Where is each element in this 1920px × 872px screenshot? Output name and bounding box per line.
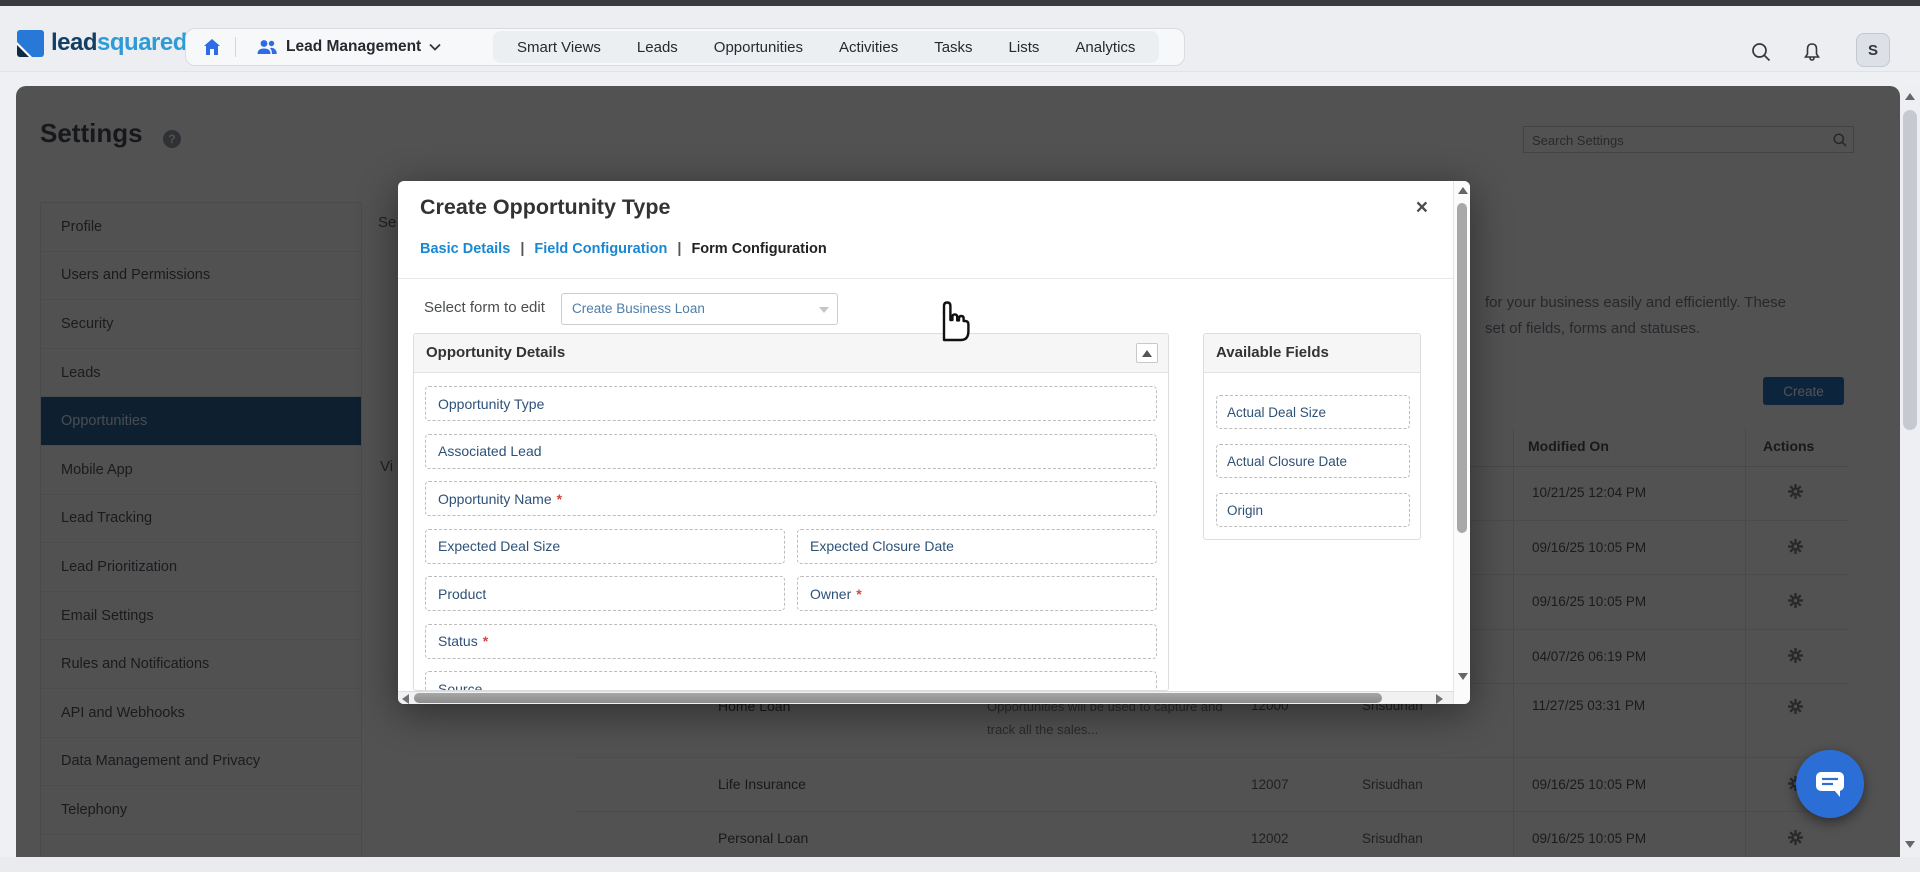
user-avatar[interactable]: S bbox=[1856, 33, 1890, 67]
available-field-actual-closure-date[interactable]: Actual Closure Date bbox=[1216, 444, 1410, 478]
search-icon bbox=[1750, 41, 1772, 63]
scroll-down-icon[interactable] bbox=[1458, 673, 1468, 680]
modal-step-breadcrumb: Basic Details | Field Configuration | Fo… bbox=[420, 241, 827, 257]
section-title: Opportunity Details bbox=[426, 344, 565, 361]
notifications-button[interactable] bbox=[1801, 41, 1823, 68]
chevron-down-icon bbox=[429, 43, 441, 51]
field-expected-closure-date[interactable]: Expected Closure Date bbox=[797, 529, 1157, 564]
leadsquared-logo-icon bbox=[17, 30, 44, 57]
chat-bubble-icon bbox=[1814, 769, 1846, 799]
create-opportunity-type-modal: Create Opportunity Type × Basic Details … bbox=[398, 181, 1470, 704]
available-fields-panel: Available Fields Actual Deal Size Actual… bbox=[1203, 333, 1421, 540]
field-owner[interactable]: Owner* bbox=[797, 576, 1157, 611]
field-associated-lead[interactable]: Associated Lead bbox=[425, 434, 1157, 469]
chat-widget-button[interactable] bbox=[1796, 750, 1864, 818]
modal-title: Create Opportunity Type bbox=[420, 195, 670, 220]
opportunity-details-panel: Opportunity Details Opportunity Type Ass… bbox=[413, 333, 1169, 691]
scroll-down-icon[interactable] bbox=[1905, 841, 1915, 848]
nav-opportunities[interactable]: Opportunities bbox=[696, 39, 821, 56]
workspace-switcher[interactable]: Lead Management bbox=[246, 38, 451, 56]
modal-horizontal-scrollbar[interactable] bbox=[398, 691, 1453, 704]
primary-nav-container: Lead Management Smart Views Leads Opport… bbox=[185, 28, 1185, 66]
form-select-dropdown[interactable]: Create Business Loan bbox=[561, 293, 838, 325]
home-icon bbox=[202, 37, 222, 57]
form-fields-list: Opportunity Type Associated Lead Opportu… bbox=[414, 373, 1168, 691]
scroll-up-icon[interactable] bbox=[1458, 187, 1468, 194]
field-source[interactable]: Source bbox=[425, 671, 1157, 691]
nav-lists[interactable]: Lists bbox=[991, 39, 1058, 56]
scrollbar-thumb[interactable] bbox=[1903, 110, 1917, 430]
nav-tasks[interactable]: Tasks bbox=[916, 39, 990, 56]
main-menu: Smart Views Leads Opportunities Activiti… bbox=[493, 31, 1159, 63]
brand-squared-text: squared bbox=[97, 29, 187, 56]
nav-analytics[interactable]: Analytics bbox=[1057, 39, 1153, 56]
modal-divider bbox=[398, 278, 1470, 279]
available-field-origin[interactable]: Origin bbox=[1216, 493, 1410, 527]
nav-divider bbox=[235, 37, 236, 57]
collapse-up-icon bbox=[1142, 350, 1152, 357]
app-window: leadsquared Lead Management Smart Views … bbox=[0, 0, 1920, 872]
users-icon bbox=[256, 39, 278, 55]
available-field-actual-deal-size[interactable]: Actual Deal Size bbox=[1216, 395, 1410, 429]
opportunity-details-header: Opportunity Details bbox=[414, 334, 1168, 373]
field-expected-deal-size[interactable]: Expected Deal Size bbox=[425, 529, 785, 564]
step-form-configuration: Form Configuration bbox=[691, 241, 826, 257]
field-status[interactable]: Status* bbox=[425, 624, 1157, 659]
available-fields-header: Available Fields bbox=[1204, 334, 1420, 373]
nav-leads[interactable]: Leads bbox=[619, 39, 696, 56]
step-field-configuration[interactable]: Field Configuration bbox=[534, 241, 667, 257]
modal-vertical-scrollbar[interactable] bbox=[1453, 181, 1470, 704]
step-basic-details[interactable]: Basic Details bbox=[420, 241, 510, 257]
select-form-label: Select form to edit bbox=[424, 299, 545, 316]
form-select-value: Create Business Loan bbox=[572, 301, 705, 316]
field-opportunity-type[interactable]: Opportunity Type bbox=[425, 386, 1157, 421]
workspace-label: Lead Management bbox=[286, 38, 421, 56]
leadsquared-logo[interactable]: leadsquared bbox=[17, 29, 187, 57]
bell-icon bbox=[1801, 41, 1823, 63]
field-opportunity-name[interactable]: Opportunity Name* bbox=[425, 481, 1157, 516]
scroll-right-icon[interactable] bbox=[1436, 694, 1443, 704]
close-icon[interactable]: × bbox=[1416, 197, 1428, 218]
field-product[interactable]: Product bbox=[425, 576, 785, 611]
nav-smart-views[interactable]: Smart Views bbox=[499, 39, 619, 56]
section-title: Available Fields bbox=[1216, 344, 1329, 361]
scrollbar-thumb[interactable] bbox=[414, 693, 1382, 703]
browser-vertical-scrollbar[interactable] bbox=[1900, 86, 1920, 857]
browser-bottom-strip bbox=[0, 857, 1920, 872]
home-button[interactable] bbox=[199, 34, 225, 60]
scrollbar-thumb[interactable] bbox=[1457, 203, 1467, 533]
brand-lead-text: lead bbox=[51, 29, 97, 56]
available-fields-list: Actual Deal Size Actual Closure Date Ori… bbox=[1204, 373, 1420, 527]
scroll-up-icon[interactable] bbox=[1905, 93, 1915, 100]
top-navigation-bar: leadsquared Lead Management Smart Views … bbox=[0, 6, 1920, 72]
collapse-section-button[interactable] bbox=[1136, 343, 1158, 363]
global-search-button[interactable] bbox=[1750, 41, 1772, 68]
nav-activities[interactable]: Activities bbox=[821, 39, 916, 56]
scroll-left-icon[interactable] bbox=[402, 694, 409, 704]
avatar-initial: S bbox=[1868, 42, 1878, 59]
brand-wordmark: leadsquared bbox=[51, 29, 187, 57]
chevron-down-icon bbox=[819, 307, 829, 313]
